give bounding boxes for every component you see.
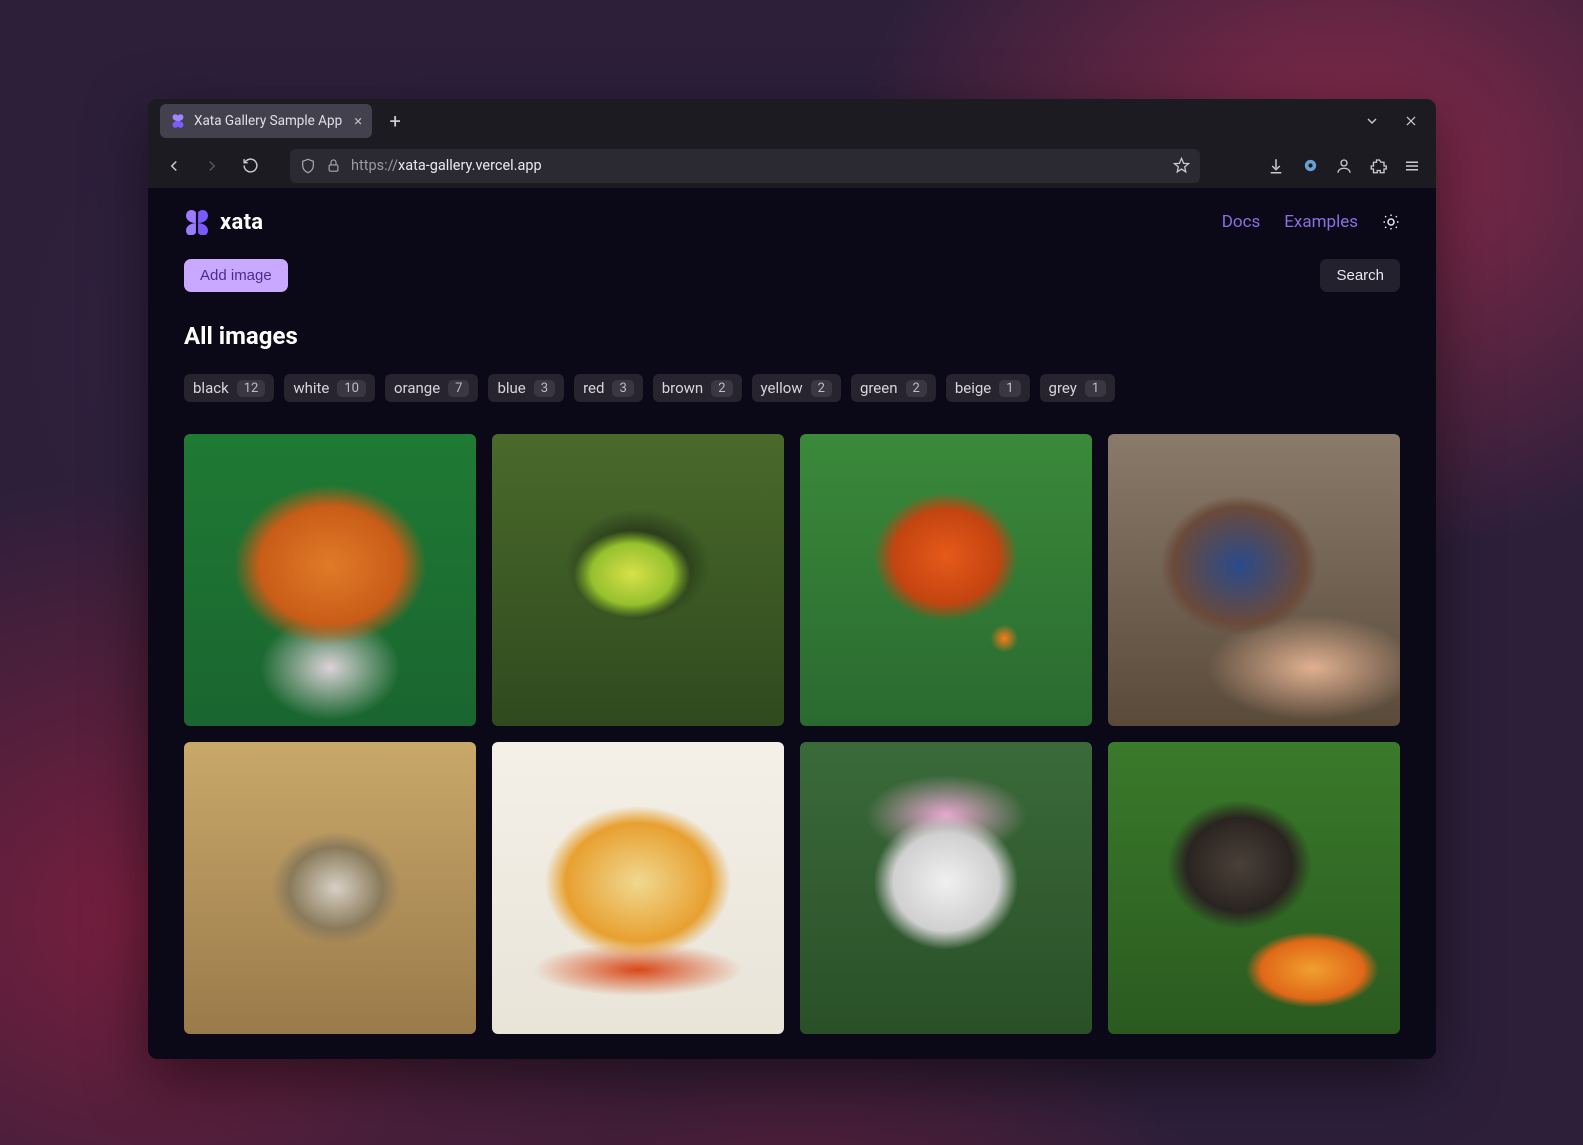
tag-label: white [293,379,329,397]
page-title: All images [148,292,1436,356]
downloads-icon[interactable] [1266,157,1286,175]
gallery-thumbnail[interactable] [1108,742,1400,1034]
nav-link-examples[interactable]: Examples [1284,212,1358,232]
tag-count: 1 [999,380,1020,397]
tag-label: brown [662,379,703,397]
url-host: xata-gallery.vercel.app [398,157,542,174]
tag-label: red [583,379,604,397]
nav-back-button[interactable] [158,150,190,182]
nav-link-docs[interactable]: Docs [1222,212,1261,232]
nav-forward-button[interactable] [196,150,228,182]
tab-bar: Xata Gallery Sample App × + [148,99,1436,143]
add-image-button[interactable]: Add image [184,259,288,292]
tag-count: 3 [612,380,633,397]
app-header: xata Docs Examples [148,189,1436,245]
close-tab-icon[interactable]: × [354,112,362,130]
shield-icon [300,158,316,174]
tag-label: beige [955,379,991,397]
brand-name: xata [220,210,263,235]
extensions-puzzle-icon[interactable] [1368,157,1388,175]
tag-label: blue [497,379,525,397]
nav-reload-button[interactable] [234,150,266,182]
tag-count: 2 [711,380,732,397]
new-tab-button[interactable]: + [380,106,410,136]
tag-count: 10 [337,380,366,397]
window-close-icon[interactable] [1404,114,1418,128]
tabs-overview-icon[interactable] [1364,113,1380,129]
browser-window: Xata Gallery Sample App × + [148,99,1436,1059]
action-row: Add image Search [148,245,1436,292]
tag-count: 2 [906,380,927,397]
gallery-thumbnail[interactable] [800,742,1092,1034]
tag-yellow[interactable]: yellow 2 [752,374,841,402]
tag-grey[interactable]: grey 1 [1040,374,1116,402]
gallery-thumbnail[interactable] [184,742,476,1034]
tag-black[interactable]: black 12 [184,374,274,402]
butterfly-favicon-icon [170,113,186,129]
brand-logo[interactable]: xata [184,209,263,235]
image-gallery [148,410,1436,1034]
tag-count: 7 [448,380,469,397]
tag-orange[interactable]: orange 7 [385,374,478,402]
tag-filter-row: black12 white10 orange7 blue3 red3 brown… [148,356,1436,410]
address-bar[interactable]: https://xata-gallery.vercel.app [290,149,1200,183]
tag-count: 3 [534,380,555,397]
url-text: https://xata-gallery.vercel.app [351,157,1163,174]
tag-white[interactable]: white 10 [284,374,375,402]
browser-toolbar: https://xata-gallery.vercel.app [148,143,1436,189]
bookmark-star-icon[interactable] [1173,157,1190,174]
browser-tab[interactable]: Xata Gallery Sample App × [160,104,372,138]
tag-brown[interactable]: brown 2 [653,374,742,402]
tag-label: orange [394,379,440,397]
account-icon[interactable] [1334,157,1354,175]
tag-label: yellow [761,379,803,397]
search-button[interactable]: Search [1320,259,1400,292]
app-content: xata Docs Examples Add image Search All … [148,189,1436,1059]
butterfly-logo-icon [184,209,210,235]
tag-label: grey [1049,379,1077,397]
tag-red[interactable]: red 3 [574,374,643,402]
gallery-thumbnail[interactable] [800,434,1092,726]
tag-count: 12 [237,380,266,397]
tag-label: black [193,379,229,397]
lock-icon [326,158,341,173]
hamburger-menu-icon[interactable] [1402,157,1422,175]
theme-toggle-icon[interactable] [1382,213,1400,231]
tab-title: Xata Gallery Sample App [194,113,342,129]
tag-label: green [860,379,898,397]
tag-green[interactable]: green 2 [851,374,936,402]
tag-count: 1 [1085,380,1106,397]
gallery-thumbnail[interactable] [492,434,784,726]
gallery-thumbnail[interactable] [184,434,476,726]
tag-blue[interactable]: blue 3 [488,374,564,402]
app-nav: Docs Examples [1222,212,1400,232]
tag-beige[interactable]: beige 1 [946,374,1030,402]
extension-icon[interactable] [1300,157,1320,174]
gallery-thumbnail[interactable] [492,742,784,1034]
tag-count: 2 [811,380,832,397]
url-protocol: https:// [351,157,398,174]
gallery-thumbnail[interactable] [1108,434,1400,726]
